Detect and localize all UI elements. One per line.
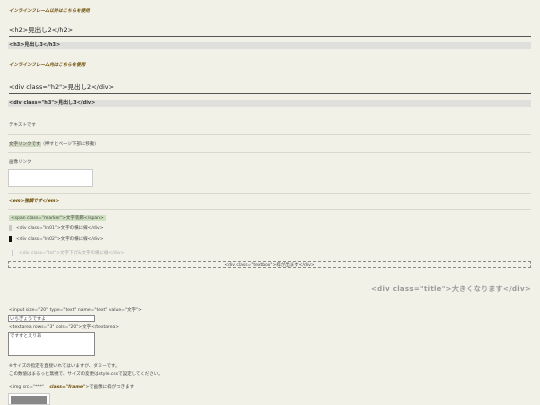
div-h3-sample-heading: <div class="h3">見出し3</div> <box>8 100 531 107</box>
image-link-label: 画像リンク <box>9 160 32 165</box>
img-code-prefix: <img src="***" <box>9 385 44 390</box>
ln02-sample: <div class="ln02">文字の横に線</div> <box>9 236 103 242</box>
text-sample: テキストです <box>9 123 36 128</box>
textarea-code: <textarea rows="3" cols="20">文字</textare… <box>9 325 120 330</box>
inline-frame-note: インラインフレーム以外はこちらを使用 <box>9 9 90 14</box>
sample-textarea[interactable]: ですすとえりあ <box>8 332 95 356</box>
title-sample: <div class="title">大きくなります</div> <box>370 285 531 293</box>
ln01-sample: <div class="ln01">文字の横に線</div> <box>9 225 103 231</box>
marker-sample: <span class="marker">文字装飾</span> <box>9 215 106 221</box>
divider <box>8 134 531 135</box>
divider <box>8 193 531 194</box>
h2-sample-heading: <h2>見出し2</h2> <box>9 24 531 37</box>
image-link[interactable] <box>8 169 93 187</box>
textbox-sample: <div class="textbox">枠が出ます</div> <box>8 261 531 268</box>
img-code-suffix: >で画像に枠がつきます <box>85 385 135 390</box>
divider <box>8 209 531 210</box>
framed-image <box>8 393 50 405</box>
img-code: <img src="***" class="frame">で画像に枠がつきます <box>9 384 134 390</box>
size-note-1: ※サイズの指定を直接いれてはいますが、ダミーです。 <box>9 364 120 369</box>
input-code: <input size="20" type="text" name="text"… <box>9 308 142 313</box>
img-code-class: class="frame" <box>49 385 86 390</box>
txt-sample: <div class="txt">文字下げ&文字の横に線</div> <box>12 250 124 256</box>
em-sample: <em>強調です</em> <box>9 199 60 204</box>
div-h2-sample-heading: <div class="h2">見出し2</div> <box>9 81 531 94</box>
text-link-suffix: （押すとページ下部に移動） <box>40 142 99 147</box>
text-input[interactable] <box>8 315 95 322</box>
inline-frame-inner-note: インラインフレーム内はこちらを使用 <box>9 63 86 68</box>
link-row: 文字リンクです（押すとページ下部に移動） <box>9 141 99 147</box>
size-note-2: この数値はまるっと無視で、サイズの変更はstyle.cssで設定してください。 <box>9 372 163 377</box>
text-link[interactable]: 文字リンクです <box>9 142 41 147</box>
h3-sample-heading: <h3>見出し3</h3> <box>8 42 531 49</box>
divider <box>8 152 531 153</box>
image-placeholder <box>11 396 47 404</box>
